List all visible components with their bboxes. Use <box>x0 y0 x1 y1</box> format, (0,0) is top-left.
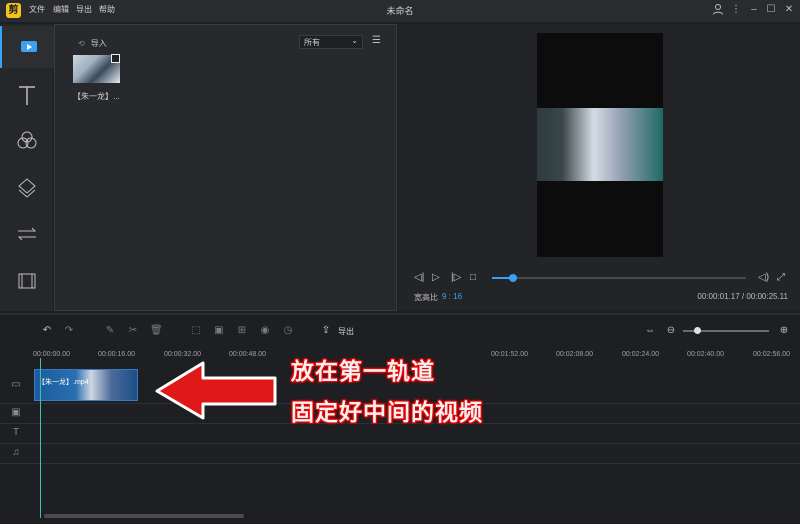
text-icon <box>19 86 35 105</box>
record-icon[interactable]: ◉ <box>259 325 271 337</box>
next-frame-icon[interactable]: |▷ <box>451 272 461 283</box>
zoom-slider-handle[interactable] <box>693 327 701 334</box>
text-track[interactable] <box>0 424 800 444</box>
delete-icon[interactable]: 🗑 <box>150 325 163 337</box>
red-arrow-annotation <box>155 361 277 420</box>
zoom-in-icon[interactable]: ⊕ <box>778 325 790 337</box>
music-track-icon: ♫ <box>12 447 20 458</box>
tick-label: 00:00:00.00 <box>33 351 70 358</box>
tick-label: 00:02:08.00 <box>556 351 593 358</box>
stop-icon[interactable]: □ <box>470 272 476 283</box>
account-icon[interactable] <box>711 3 725 17</box>
timecode: 00:00:01.17 / 00:00:25.11 <box>697 292 788 301</box>
import-label: 导入 <box>90 39 107 48</box>
zoom-out-icon[interactable]: ⊖ <box>665 325 677 337</box>
tick-label: 00:02:40.00 <box>687 351 724 358</box>
annotation-line-2: 固定好中间的视频 <box>291 400 483 426</box>
tick-label: 00:01:52.00 <box>491 351 528 358</box>
undo-icon[interactable]: ↶ <box>41 325 53 337</box>
annotation-line-1: 放在第一轨道 <box>291 359 435 385</box>
maximize-icon[interactable]: ☐ <box>764 3 778 17</box>
fit-timeline-icon[interactable]: ⇔ <box>644 325 656 337</box>
export-button[interactable]: 导出 <box>338 326 354 337</box>
chevron-down-icon: ⌄ <box>351 36 358 45</box>
import-button[interactable]: ⟲ 导入 <box>78 38 107 49</box>
clip-label: 【朱一龙】.mp4 <box>38 379 89 386</box>
aspect-ratio-value[interactable]: 9 : 16 <box>442 292 462 301</box>
select-checkbox[interactable] <box>111 54 120 63</box>
text-tab[interactable] <box>0 76 53 116</box>
media-item-label: 【朱一龙】... <box>73 92 120 101</box>
tick-label: 00:00:16.00 <box>98 351 135 358</box>
tick-label: 00:00:48.00 <box>229 351 266 358</box>
timeline-toolbar <box>0 313 800 351</box>
duration-icon[interactable]: ◷ <box>282 325 294 337</box>
play-icon[interactable]: ▷ <box>432 272 440 283</box>
prev-frame-icon[interactable]: ◁| <box>414 272 424 283</box>
transition-tab[interactable] <box>0 214 53 254</box>
edit-icon[interactable]: ✎ <box>104 325 116 337</box>
film-icon <box>18 273 36 289</box>
tick-label: 00:02:56.00 <box>753 351 790 358</box>
overlay-tab[interactable] <box>0 168 53 208</box>
aspect-ratio-label: 宽高比 <box>414 293 438 302</box>
more-icon[interactable]: ⋮ <box>729 3 743 17</box>
export-icon[interactable]: ⇪ <box>320 325 332 337</box>
media-icon <box>21 41 37 52</box>
tick-label: 00:00:32.00 <box>164 351 201 358</box>
progress-track[interactable] <box>492 277 746 279</box>
video-track-icon: ▭ <box>11 379 21 390</box>
import-icon: ⟲ <box>78 39 85 48</box>
minimize-icon[interactable]: – <box>747 3 761 17</box>
tick-label: 00:02:24.00 <box>622 351 659 358</box>
mosaic-icon[interactable]: ▣ <box>213 325 225 337</box>
list-view-icon[interactable]: ☰ <box>372 35 384 47</box>
filter-tab[interactable] <box>0 122 53 162</box>
text-track-icon: T <box>12 427 20 438</box>
playhead[interactable] <box>40 358 41 518</box>
freeze-icon[interactable]: ⊞ <box>236 325 248 337</box>
redo-icon[interactable]: ↷ <box>63 325 75 337</box>
layers-icon <box>18 178 36 198</box>
crop-icon[interactable]: ⬚ <box>190 325 202 337</box>
pip-track-icon: ▣ <box>11 407 21 418</box>
volume-icon[interactable]: ◁) <box>758 272 769 283</box>
fullscreen-icon[interactable]: ⤢ <box>777 272 785 283</box>
elements-tab[interactable] <box>0 262 53 302</box>
horizontal-scrollbar[interactable] <box>44 514 244 518</box>
video-frame-image <box>537 108 663 181</box>
audio-track[interactable] <box>0 444 800 464</box>
cut-icon[interactable]: ✂ <box>127 325 139 337</box>
media-tab[interactable] <box>0 26 55 68</box>
window-title: 未命名 <box>386 6 414 16</box>
media-filter-select[interactable]: 所有 ⌄ <box>299 35 363 49</box>
transition-icon <box>17 227 37 241</box>
close-icon[interactable]: ✕ <box>782 3 796 17</box>
filter-value: 所有 <box>304 38 320 47</box>
filter-icon <box>17 131 37 149</box>
